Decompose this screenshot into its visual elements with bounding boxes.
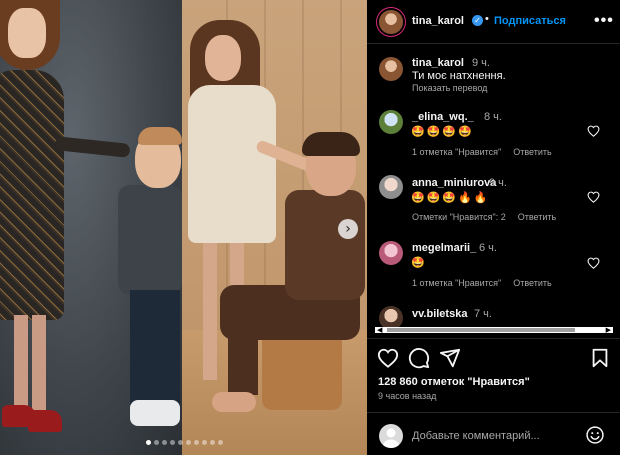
carousel-next-button[interactable]: › xyxy=(338,219,358,239)
comment-like-heart-icon[interactable] xyxy=(587,191,600,203)
author-avatar[interactable] xyxy=(379,10,403,34)
scrollbar-thumb[interactable] xyxy=(387,328,575,332)
comment-likes[interactable]: 1 отметка "Нравится" xyxy=(412,147,501,157)
carousel-dot xyxy=(194,440,199,445)
comment-username[interactable]: anna_miniurova xyxy=(412,177,496,189)
add-comment-input[interactable]: Добавьте комментарий... xyxy=(412,430,540,442)
divider xyxy=(367,338,620,339)
verified-badge-icon: ✓ xyxy=(472,15,483,26)
carousel-dot xyxy=(218,440,223,445)
reply-button[interactable]: Ответить xyxy=(513,278,551,288)
carousel-dots xyxy=(146,440,223,445)
carousel-dot xyxy=(162,440,167,445)
reply-button[interactable]: Ответить xyxy=(518,212,556,222)
comment-username[interactable]: megelmarii_ xyxy=(412,242,476,254)
comment-time: 8 ч. xyxy=(484,111,502,123)
post-media-carousel[interactable]: › xyxy=(0,0,367,455)
reply-button[interactable]: Ответить xyxy=(513,147,551,157)
author-username[interactable]: tina_karol xyxy=(412,15,464,27)
caption-username[interactable]: tina_karol xyxy=(412,57,464,69)
scroll-right-icon[interactable]: ▶ xyxy=(606,326,611,334)
follow-button[interactable]: Подписаться xyxy=(494,15,566,27)
comment-username[interactable]: _elina_wq._ xyxy=(412,111,474,123)
comment-meta: Отметки "Нравится": 2 Ответить xyxy=(412,212,568,222)
comment-like-heart-icon[interactable] xyxy=(587,257,600,269)
comments-list[interactable]: tina_karol 9 ч. Ти моє натхнення. Показа… xyxy=(367,45,620,330)
caption-avatar[interactable] xyxy=(379,57,403,81)
post-side-panel: tina_karol ✓ • Подписаться ••• tina_karo… xyxy=(367,0,620,455)
comment-text: 🤩🤩🤩🤩 xyxy=(411,126,474,138)
caption-text: Ти моє натхнення. xyxy=(412,70,506,82)
carousel-dot xyxy=(154,440,159,445)
separator-dot: • xyxy=(485,13,489,25)
emoji-icon[interactable] xyxy=(585,425,605,445)
comment-avatar[interactable] xyxy=(379,110,403,134)
share-icon[interactable] xyxy=(439,347,461,369)
comment-avatar[interactable] xyxy=(379,175,403,199)
comment-meta: 1 отметка "Нравится" Ответить xyxy=(412,278,564,288)
carousel-dot xyxy=(202,440,207,445)
comment-time: 6 ч. xyxy=(479,242,497,254)
scroll-left-icon[interactable]: ◀ xyxy=(377,326,382,334)
comment-time: 7 ч. xyxy=(474,308,492,320)
carousel-dot xyxy=(146,440,151,445)
comment-icon[interactable] xyxy=(408,347,430,369)
bookmark-icon[interactable] xyxy=(589,347,611,369)
comment-username[interactable]: vv.biletska xyxy=(412,308,467,320)
post-timestamp: 9 часов назад xyxy=(378,391,437,401)
comment-time: 9 ч. xyxy=(489,177,507,189)
comment-meta: 1 отметка "Нравится" Ответить xyxy=(412,147,564,157)
heart-icon[interactable] xyxy=(377,347,399,369)
carousel-dot xyxy=(186,440,191,445)
comment-likes[interactable]: 1 отметка "Нравится" xyxy=(412,278,501,288)
carousel-dot xyxy=(170,440,175,445)
current-user-avatar xyxy=(379,424,403,448)
post-actions-bar xyxy=(367,340,620,374)
comment-likes[interactable]: Отметки "Нравится": 2 xyxy=(412,212,506,222)
comment-text: 🤩 xyxy=(411,257,427,269)
post-header: tina_karol ✓ • Подписаться ••• xyxy=(367,0,620,44)
divider xyxy=(367,412,620,413)
carousel-dot xyxy=(178,440,183,445)
more-options-icon[interactable]: ••• xyxy=(594,12,614,30)
horizontal-scrollbar[interactable]: ◀ ▶ xyxy=(375,326,613,334)
comment-text: 🤩🤩🤩🔥🔥 xyxy=(411,192,490,204)
caption-time: 9 ч. xyxy=(472,57,490,69)
photo-mother-and-son xyxy=(0,0,182,455)
comment-avatar[interactable] xyxy=(379,241,403,265)
show-translation-link[interactable]: Показать перевод xyxy=(412,83,487,93)
comment-like-heart-icon[interactable] xyxy=(587,125,600,137)
likes-count[interactable]: 128 860 отметок "Нравится" xyxy=(378,376,530,388)
carousel-dot xyxy=(210,440,215,445)
